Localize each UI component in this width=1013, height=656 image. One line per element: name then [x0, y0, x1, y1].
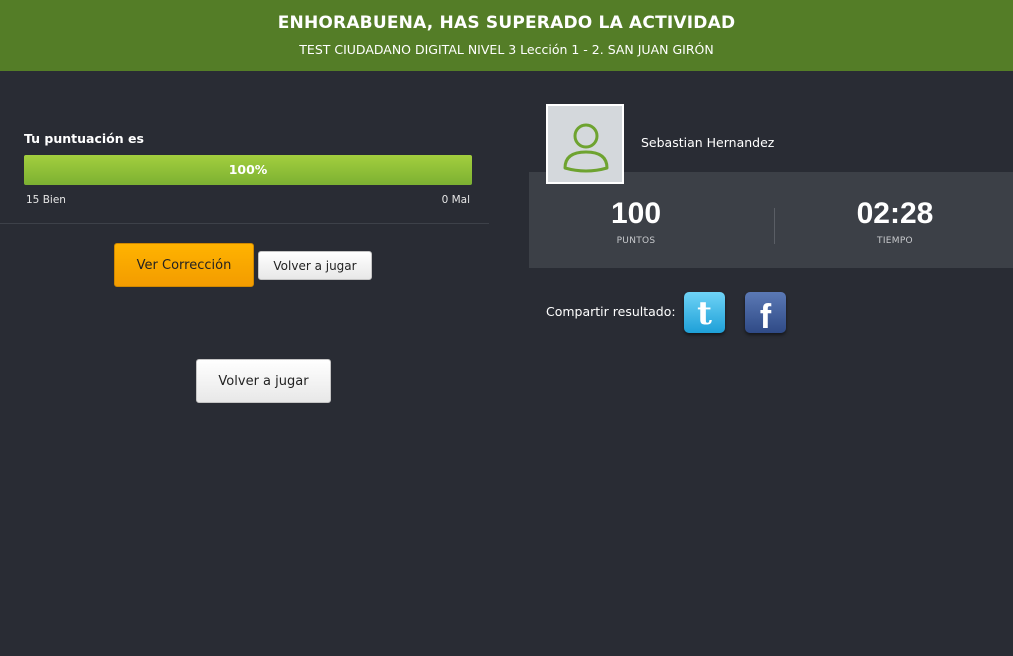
- twitter-share-button[interactable]: t: [684, 292, 725, 333]
- user-icon: [563, 123, 609, 173]
- divider: [0, 223, 489, 224]
- stats-separator: [774, 208, 775, 244]
- time-label: TIEMPO: [877, 236, 913, 246]
- result-header: ENHORABUENA, HAS SUPERADO LA ACTIVIDAD T…: [0, 0, 1013, 71]
- points-stat: 100 PUNTOS: [536, 196, 736, 246]
- facebook-share-button[interactable]: f: [745, 292, 786, 333]
- score-label: Tu puntuación es: [24, 131, 144, 146]
- time-stat: 02:28 TIEMPO: [795, 196, 995, 246]
- correct-count: 15 Bien: [26, 194, 66, 206]
- points-value: 100: [610, 197, 662, 230]
- points-label: PUNTOS: [616, 236, 656, 246]
- twitter-icon: t: [697, 294, 712, 332]
- wrong-count: 0 Mal: [441, 194, 470, 206]
- view-correction-button[interactable]: Ver Corrección: [114, 243, 254, 287]
- result-title: ENHORABUENA, HAS SUPERADO LA ACTIVIDAD: [277, 13, 736, 33]
- user-name: Sebastian Hernandez: [641, 135, 775, 150]
- score-progress-bar: 100%: [24, 155, 472, 185]
- activity-subtitle: TEST CIUDADANO DIGITAL NIVEL 3 Lección 1…: [299, 42, 714, 57]
- facebook-icon: f: [759, 298, 772, 333]
- time-value: 02:28: [856, 197, 934, 230]
- share-label: Compartir resultado:: [546, 304, 676, 319]
- score-percent: 100%: [228, 162, 268, 177]
- replay-button-large[interactable]: Volver a jugar: [196, 359, 331, 403]
- avatar: [546, 104, 624, 184]
- replay-button-small[interactable]: Volver a jugar: [258, 251, 372, 280]
